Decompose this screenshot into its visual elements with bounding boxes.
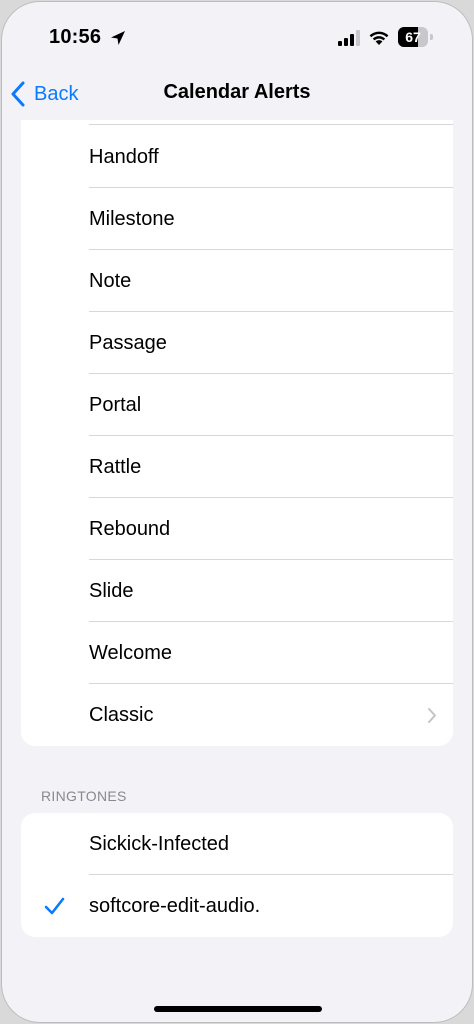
tone-label: Classic: [89, 704, 154, 726]
tone-label: Rebound: [89, 518, 171, 540]
tone-row-handoff[interactable]: Handoff: [21, 126, 453, 188]
status-time: 10:56: [49, 26, 102, 48]
ringtone-row-sickick-infected[interactable]: Sickick-Infected: [21, 813, 453, 875]
cellular-signal-icon: [338, 30, 360, 46]
location-arrow-icon: [111, 31, 125, 45]
battery-body: 67: [398, 27, 428, 47]
tone-row-welcome[interactable]: Welcome: [21, 622, 453, 684]
row-separator: [89, 124, 453, 125]
home-indicator[interactable]: [154, 1006, 322, 1012]
ringtone-row-softcore-edit-audio[interactable]: softcore-edit-audio.: [21, 875, 453, 937]
ringtone-label: softcore-edit-audio.: [89, 895, 261, 917]
ringtone-label: Sickick-Infected: [89, 833, 230, 855]
page-title: Calendar Alerts: [163, 81, 311, 103]
tone-row-milestone[interactable]: Milestone: [21, 188, 453, 250]
battery-cap: [430, 34, 433, 40]
navigation-bar: Back Calendar Alerts: [2, 66, 472, 122]
tone-label: Portal: [89, 394, 142, 416]
battery-icon: 67: [398, 27, 434, 47]
tone-row-rattle[interactable]: Rattle: [21, 436, 453, 498]
tone-label: Handoff: [89, 146, 159, 168]
tone-row-portal[interactable]: Portal: [21, 374, 453, 436]
tone-row-slide[interactable]: Slide: [21, 560, 453, 622]
phone-screen: 10:56 67 Back Calendar Alerts Handoff Mi…: [2, 2, 472, 1022]
section-header-ringtones: RINGTONES: [41, 788, 127, 804]
tone-row-rebound[interactable]: Rebound: [21, 498, 453, 560]
tone-label: Slide: [89, 580, 134, 602]
tone-row-passage[interactable]: Passage: [21, 312, 453, 374]
ringtones-list: Sickick-Infected softcore-edit-audio.: [21, 813, 453, 937]
tone-label: Note: [89, 270, 132, 292]
tone-label: Welcome: [89, 642, 172, 664]
tone-label: Rattle: [89, 456, 142, 478]
checkmark-icon: [44, 897, 65, 915]
status-bar: 10:56 67: [2, 2, 472, 62]
wifi-icon: [369, 31, 389, 45]
tone-row-classic[interactable]: Classic: [21, 684, 453, 746]
chevron-right-icon: [428, 708, 436, 723]
battery-level: 67: [405, 29, 421, 45]
tone-label: Milestone: [89, 208, 175, 230]
tone-label: Passage: [89, 332, 167, 354]
alert-tones-list: Handoff Milestone Note Passage Portal Ra…: [21, 120, 453, 746]
tone-row-note[interactable]: Note: [21, 250, 453, 312]
